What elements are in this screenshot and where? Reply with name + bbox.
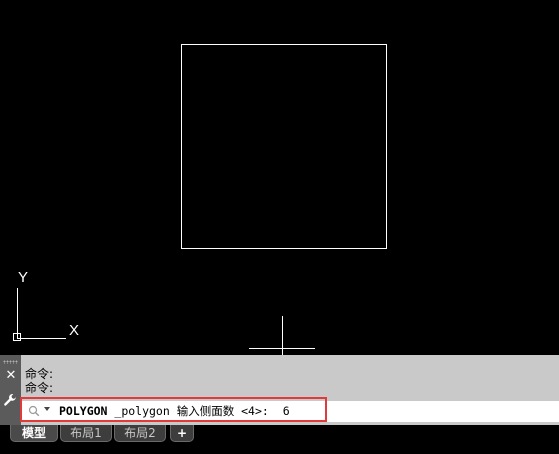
layout-tabs-bar: 模型 布局1 布局2 + (0, 425, 559, 454)
tab-model[interactable]: 模型 (10, 425, 58, 442)
drawing-canvas[interactable]: Y X (0, 0, 559, 355)
close-icon[interactable]: ✕ (4, 369, 18, 383)
command-history-line: 命令: (25, 381, 54, 395)
command-history-line: 命令: (25, 367, 54, 381)
drag-grip-icon[interactable] (3, 360, 18, 364)
add-layout-button[interactable]: + (170, 425, 194, 442)
drawing-area: Y X (13, 44, 387, 355)
drawn-square[interactable] (181, 44, 387, 249)
tab-layout2[interactable]: 布局2 (114, 425, 166, 442)
tab-layout1[interactable]: 布局1 (60, 425, 112, 442)
command-panel-sidebar: ✕ (0, 355, 21, 425)
ucs-y-label: Y (18, 269, 28, 286)
command-input-highlight-box (20, 397, 327, 422)
ucs-icon: Y X (13, 269, 79, 341)
ucs-x-label: X (69, 322, 79, 339)
crosshair-cursor (249, 316, 315, 355)
wrench-icon[interactable] (2, 392, 18, 408)
